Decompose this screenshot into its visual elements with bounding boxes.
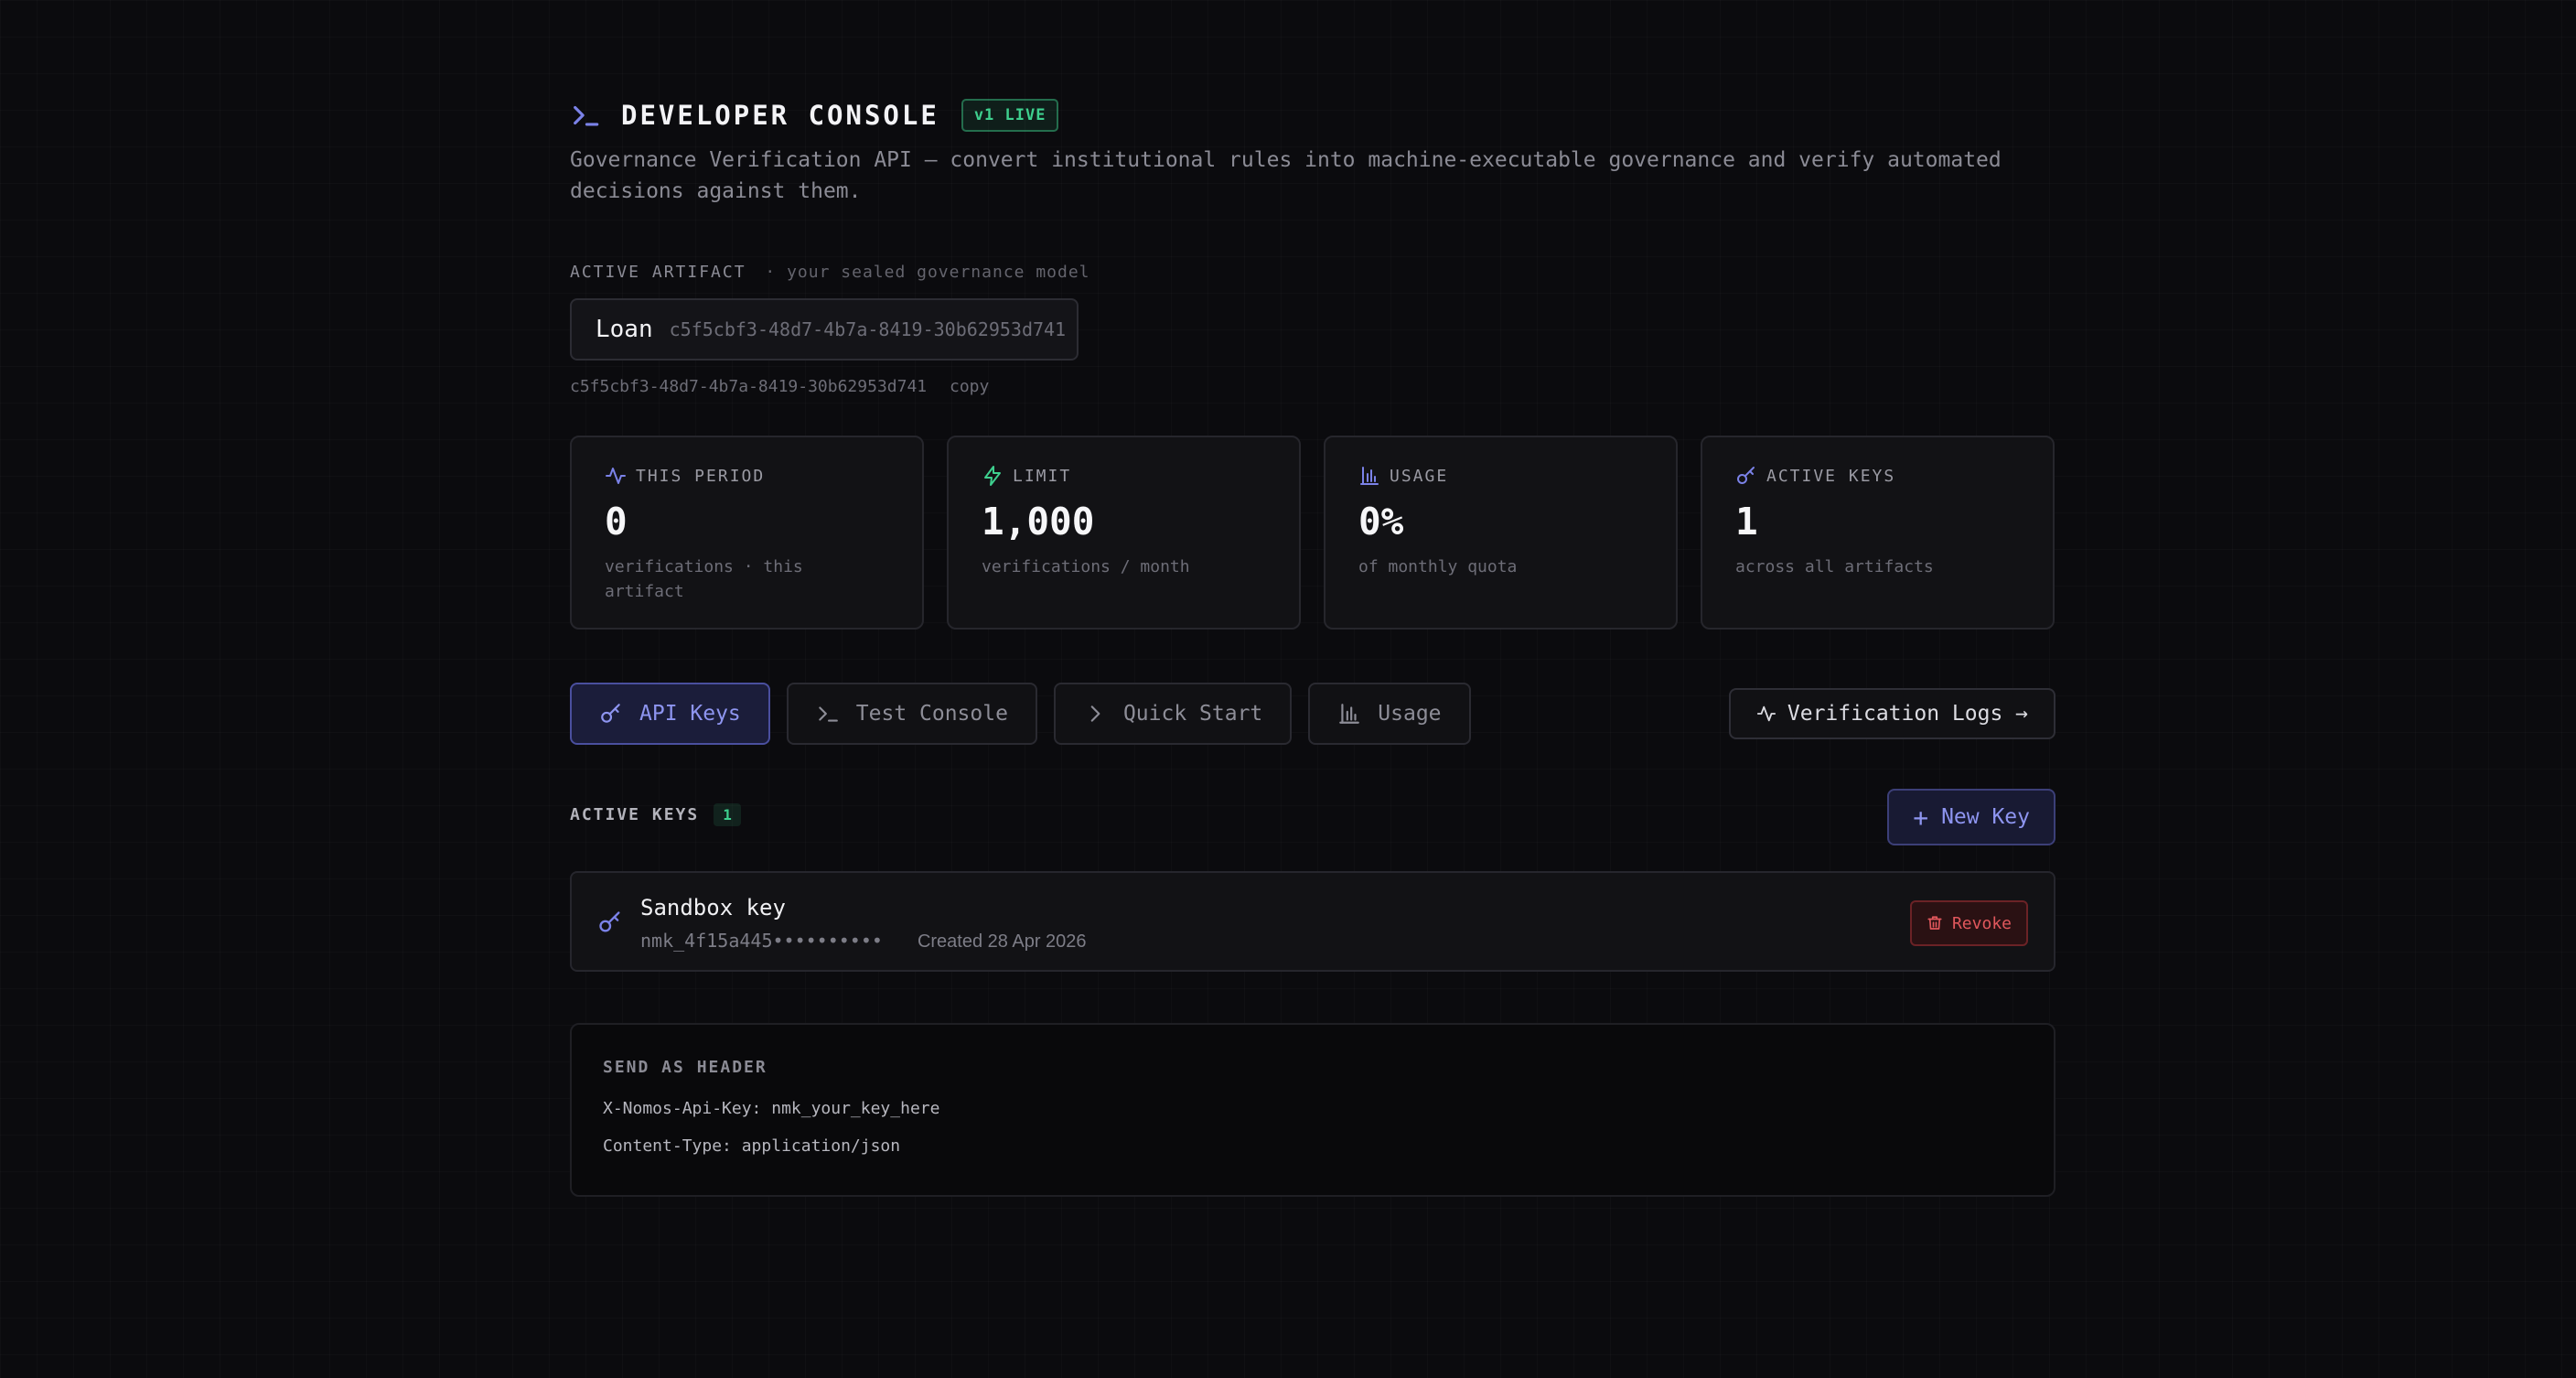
verification-logs-button[interactable]: Verification Logs →	[1728, 688, 2055, 739]
artifact-name: Loan	[596, 316, 653, 343]
activity-icon	[606, 468, 626, 484]
stat-card-limit: LIMIT 1,000 verifications / month	[947, 436, 1301, 630]
tab-api-keys[interactable]: API Keys	[570, 683, 770, 745]
bar-chart-icon	[1339, 704, 1360, 724]
tab-label: API Keys	[639, 702, 741, 726]
header-line-content-type: Content-Type: application/json	[603, 1136, 901, 1156]
api-key-masked: nmk_4f15a445••••••••••	[640, 930, 883, 952]
key-icon	[599, 911, 620, 932]
stat-label: LIMIT	[1013, 466, 1072, 486]
stat-value: 0	[605, 500, 628, 544]
copy-id-button[interactable]: copy	[950, 377, 989, 396]
tab-bar: API Keys Test Console Quick Start Usage	[570, 683, 1471, 745]
tab-usage[interactable]: Usage	[1308, 683, 1471, 745]
bar-chart-icon	[1360, 467, 1379, 485]
artifact-id: c5f5cbf3-48d7-4b7a-8419-30b62953d741	[669, 318, 1067, 340]
tab-label: Test Console	[855, 702, 1008, 726]
activity-icon	[1756, 705, 1776, 722]
stat-label: ACTIVE KEYS	[1766, 466, 1896, 486]
active-keys-count: 1	[714, 803, 741, 826]
lightning-icon	[984, 466, 1001, 486]
api-key-meta: nmk_4f15a445•••••••••• Created 28 Apr 20…	[640, 930, 1087, 953]
artifact-section-label: ACTIVE ARTIFACT · your sealed governance…	[570, 263, 1090, 282]
active-keys-title: ACTIVE KEYS	[570, 805, 700, 824]
stat-note: across all artifacts	[1735, 557, 1934, 576]
stat-value: 1	[1735, 500, 1758, 544]
artifact-id-text: c5f5cbf3-48d7-4b7a-8419-30b62953d741	[570, 377, 928, 396]
api-key-created: Created 28 Apr 2026	[917, 931, 1087, 952]
stat-label: THIS PERIOD	[636, 466, 766, 486]
artifact-sublabel: · your sealed governance model	[765, 263, 1090, 282]
header-line-api-key: X-Nomos-Api-Key: nmk_your_key_here	[603, 1099, 940, 1118]
send-as-header-panel: SEND AS HEADER X-Nomos-Api-Key: nmk_your…	[570, 1023, 2055, 1197]
stat-card-active-keys: ACTIVE KEYS 1 across all artifacts	[1701, 436, 2055, 630]
plus-icon: +	[1913, 802, 1929, 833]
page-header: DEVELOPER CONSOLE v1 LIVE	[570, 99, 1059, 132]
stat-card-this-period: THIS PERIOD 0 verifications · this artif…	[570, 436, 924, 630]
page-description: Governance Verification API — convert in…	[570, 148, 2002, 203]
artifact-id-row: c5f5cbf3-48d7-4b7a-8419-30b62953d741 cop…	[570, 377, 989, 396]
terminal-icon	[819, 706, 838, 722]
artifact-selector[interactable]: Loan c5f5cbf3-48d7-4b7a-8419-30b62953d74…	[570, 298, 1079, 361]
stat-value: 1,000	[982, 500, 1095, 544]
send-as-header-label: SEND AS HEADER	[603, 1058, 767, 1077]
stat-note: of monthly quota	[1358, 557, 1518, 576]
active-keys-heading: ACTIVE KEYS 1	[570, 803, 741, 826]
key-icon	[1737, 467, 1755, 484]
page-title: DEVELOPER CONSOLE	[621, 100, 939, 131]
tab-label: Quick Start	[1122, 702, 1263, 726]
stats-row: THIS PERIOD 0 verifications · this artif…	[570, 436, 2055, 630]
stat-card-usage: USAGE 0% of monthly quota	[1324, 436, 1678, 630]
status-badge: v1 LIVE	[961, 99, 1059, 132]
artifact-label: ACTIVE ARTIFACT	[570, 263, 746, 282]
stat-label: USAGE	[1390, 466, 1449, 486]
revoke-button[interactable]: Revoke	[1909, 900, 2028, 946]
tab-label: Usage	[1378, 702, 1442, 726]
tab-quick-start[interactable]: Quick Start	[1053, 683, 1293, 745]
terminal-icon	[574, 105, 599, 126]
chevron-right-icon	[1090, 705, 1100, 722]
new-key-button[interactable]: + New Key	[1887, 789, 2055, 845]
revoke-label: Revoke	[1951, 913, 2012, 933]
verification-logs-label: Verification Logs →	[1787, 702, 2028, 726]
api-key-name: Sandbox key	[640, 895, 786, 920]
stat-note: verifications · this artifact	[605, 557, 803, 601]
tab-test-console[interactable]: Test Console	[786, 683, 1037, 745]
key-icon	[601, 704, 620, 723]
stat-note: verifications / month	[982, 557, 1190, 576]
stat-value: 0%	[1358, 500, 1404, 544]
api-key-row: Sandbox key nmk_4f15a445•••••••••• Creat…	[570, 871, 2055, 972]
trash-icon	[1927, 916, 1942, 930]
new-key-label: New Key	[1941, 805, 2030, 829]
